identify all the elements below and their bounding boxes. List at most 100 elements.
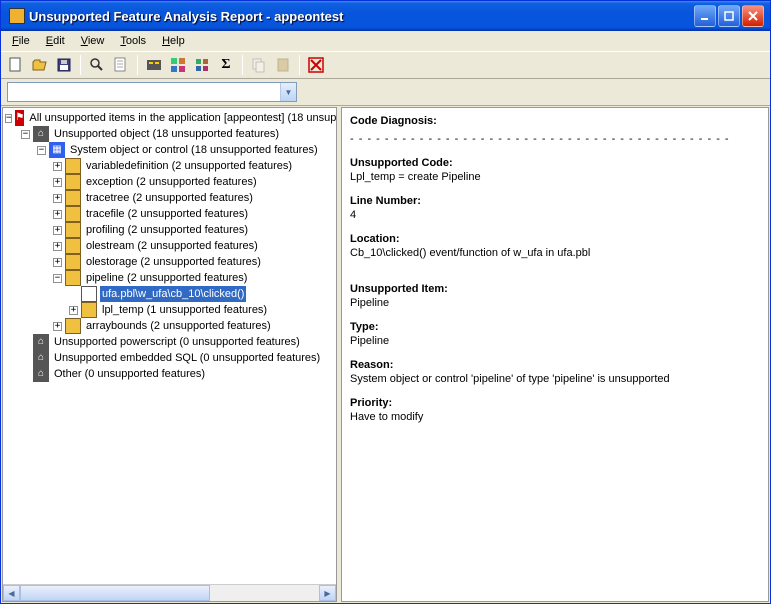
item-icon xyxy=(81,302,97,318)
heading-unsupported-code: Unsupported Code: xyxy=(350,156,760,170)
filter-combo[interactable]: ▼ xyxy=(7,82,297,102)
menubar[interactable]: File Edit View Tools Help xyxy=(1,31,770,51)
expand-icon[interactable]: − xyxy=(37,146,46,155)
tree-node[interactable]: ⌂ Unsupported powerscript (0 unsupported… xyxy=(5,334,334,350)
app-window: Unsupported Feature Analysis Report - ap… xyxy=(0,0,771,604)
menu-tools[interactable]: Tools xyxy=(113,33,153,49)
expand-icon[interactable]: + xyxy=(53,178,62,187)
scroll-right-icon[interactable]: ▶ xyxy=(319,585,336,601)
tree-node-obj[interactable]: − ⌂ Unsupported object (18 unsupported f… xyxy=(5,126,334,142)
menu-view[interactable]: View xyxy=(74,33,112,49)
grid-button[interactable] xyxy=(167,54,189,76)
object-icon: ⌂ xyxy=(33,366,49,382)
tree-body[interactable]: − ⚑ All unsupported items in the applica… xyxy=(3,108,336,584)
scroll-track[interactable] xyxy=(20,585,319,601)
node-label: System object or control (18 unsupported… xyxy=(68,142,320,158)
tree-node[interactable]: + tracefile (2 unsupported features) xyxy=(5,206,334,222)
tree-node[interactable]: + olestorage (2 unsupported features) xyxy=(5,254,334,270)
node-label: profiling (2 unsupported features) xyxy=(84,222,250,238)
save-button[interactable] xyxy=(53,54,75,76)
item-icon xyxy=(65,270,81,286)
object-icon: ⌂ xyxy=(33,350,49,366)
expand-icon[interactable]: − xyxy=(53,274,62,283)
toolbar-separator xyxy=(242,55,243,75)
value-type: Pipeline xyxy=(350,334,760,348)
expand-icon[interactable]: + xyxy=(53,194,62,203)
toolbar-separator xyxy=(299,55,300,75)
node-label: tracefile (2 unsupported features) xyxy=(84,206,250,222)
tree-node-pipeline[interactable]: − pipeline (2 unsupported features) xyxy=(5,270,334,286)
tree-node[interactable]: + profiling (2 unsupported features) xyxy=(5,222,334,238)
titlebar[interactable]: Unsupported Feature Analysis Report - ap… xyxy=(1,1,770,31)
expand-icon[interactable]: + xyxy=(69,306,78,315)
value-line-number: 4 xyxy=(350,208,760,222)
expand-icon[interactable]: + xyxy=(53,210,62,219)
tree-node-sys[interactable]: − ▦ System object or control (18 unsuppo… xyxy=(5,142,334,158)
tree-node[interactable]: + tracetree (2 unsupported features) xyxy=(5,190,334,206)
tree-node[interactable]: + exception (2 unsupported features) xyxy=(5,174,334,190)
node-label: Unsupported object (18 unsupported featu… xyxy=(52,126,281,142)
open-button[interactable] xyxy=(29,54,51,76)
combo-bar: ▼ xyxy=(1,79,770,105)
node-label: olestorage (2 unsupported features) xyxy=(84,254,263,270)
tree-node-selected[interactable]: ufa.pbl\w_ufa\cb_10\clicked() xyxy=(5,286,334,302)
minimize-button[interactable] xyxy=(694,5,716,27)
expand-icon[interactable]: − xyxy=(21,130,30,139)
scroll-thumb[interactable] xyxy=(20,585,210,601)
item-icon xyxy=(65,222,81,238)
node-label: ufa.pbl\w_ufa\cb_10\clicked() xyxy=(100,286,246,302)
value-priority: Have to modify xyxy=(350,410,760,424)
tree-node[interactable]: ⌂ Other (0 unsupported features) xyxy=(5,366,334,382)
menu-help[interactable]: Help xyxy=(155,33,192,49)
window-controls xyxy=(694,5,764,27)
value-unsupported-code: Lpl_temp = create Pipeline xyxy=(350,170,760,184)
search-button[interactable] xyxy=(86,54,108,76)
node-label: variabledefinition (2 unsupported featur… xyxy=(84,158,294,174)
item-icon xyxy=(65,238,81,254)
analyze-button[interactable] xyxy=(143,54,165,76)
app-icon xyxy=(9,8,25,24)
node-label: Unsupported powerscript (0 unsupported f… xyxy=(52,334,302,350)
sum-button[interactable]: Σ xyxy=(215,54,237,76)
tree-root[interactable]: − ⚑ All unsupported items in the applica… xyxy=(5,110,334,126)
expand-icon[interactable]: + xyxy=(53,162,62,171)
new-button[interactable] xyxy=(5,54,27,76)
expand-icon[interactable]: + xyxy=(53,226,62,235)
expand-icon[interactable]: + xyxy=(53,258,62,267)
detail-pane: Code Diagnosis: - - - - - - - - - - - - … xyxy=(341,107,769,602)
heading-location: Location: xyxy=(350,232,760,246)
menu-edit[interactable]: Edit xyxy=(39,33,72,49)
expand-icon[interactable]: + xyxy=(53,242,62,251)
object-icon: ⌂ xyxy=(33,126,49,142)
heading-reason: Reason: xyxy=(350,358,760,372)
node-label: Unsupported embedded SQL (0 unsupported … xyxy=(52,350,322,366)
tree-pane: − ⚑ All unsupported items in the applica… xyxy=(2,107,337,602)
report-button[interactable] xyxy=(110,54,132,76)
tree-node[interactable]: ⌂ Unsupported embedded SQL (0 unsupporte… xyxy=(5,350,334,366)
expand-icon[interactable]: − xyxy=(5,114,12,123)
copy-button[interactable] xyxy=(248,54,270,76)
close-button[interactable] xyxy=(742,5,764,27)
object-icon: ⌂ xyxy=(33,334,49,350)
tree-node[interactable]: + variabledefinition (2 unsupported feat… xyxy=(5,158,334,174)
value-reason: System object or control 'pipeline' of t… xyxy=(350,372,760,386)
combo-dropdown-icon[interactable]: ▼ xyxy=(280,83,296,101)
maximize-button[interactable] xyxy=(718,5,740,27)
expand-icon[interactable]: + xyxy=(53,322,62,331)
node-label: lpl_temp (1 unsupported features) xyxy=(100,302,269,318)
menu-file[interactable]: File xyxy=(5,33,37,49)
delete-button[interactable] xyxy=(305,54,327,76)
toolbar: Σ xyxy=(1,51,770,79)
combo-value[interactable] xyxy=(8,83,280,101)
tree-node[interactable]: + arraybounds (2 unsupported features) xyxy=(5,318,334,334)
horizontal-scrollbar[interactable]: ◀ ▶ xyxy=(3,584,336,601)
heading-priority: Priority: xyxy=(350,396,760,410)
item-icon xyxy=(65,174,81,190)
paste-button[interactable] xyxy=(272,54,294,76)
tree-node[interactable]: + lpl_temp (1 unsupported features) xyxy=(5,302,334,318)
tree-node[interactable]: + olestream (2 unsupported features) xyxy=(5,238,334,254)
scroll-left-icon[interactable]: ◀ xyxy=(3,585,20,601)
filter-button[interactable] xyxy=(191,54,213,76)
node-label: arraybounds (2 unsupported features) xyxy=(84,318,273,334)
control-icon: ▦ xyxy=(49,142,65,158)
